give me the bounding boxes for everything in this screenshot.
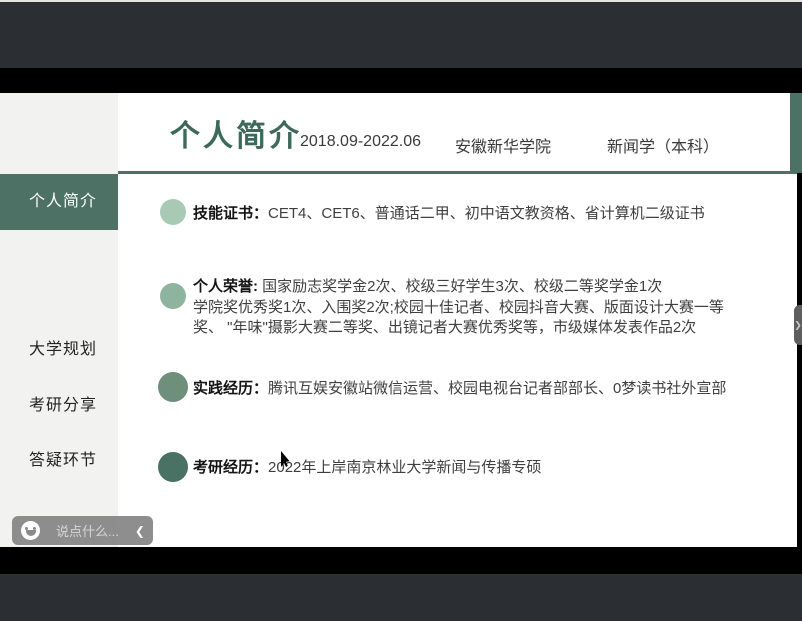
top-letterbox [0,68,802,93]
skills-row: 技能证书：CET4、CET6、普通话二甲、初中语文教资格、省计算机二级证书 [193,204,768,225]
page-title: 个人简介 [170,111,302,155]
major-name: 新闻学（本科） [607,133,719,157]
slide-nav-sidebar: 个人简介 大学规划 考研分享 答疑环节 [0,93,118,547]
practice-text: 腾讯互娱安徽站微信运营、校园电视台记者部部长、0梦读书社外宣部 [268,380,726,397]
sidebar-item-profile[interactable]: 个人简介 [0,174,118,230]
school-name: 安徽新华学院 [455,133,551,157]
practice-label: 实践经历： [193,380,268,397]
skills-text: CET4、CET6、普通话二甲、初中语文教资格、省计算机二级证书 [268,205,705,222]
emoji-icon[interactable] [21,521,40,540]
right-edge [797,173,802,547]
chevron-right-icon: ❯ [794,320,802,331]
skills-label: 技能证书： [193,205,268,222]
chat-bar[interactable]: 说点什么... ❮ [12,516,153,545]
study-period: 2018.09-2022.06 [300,133,421,151]
honors-label: 个人荣誉: [193,278,258,295]
top-toolbar-area [0,2,802,68]
bullet-dot-honors [160,283,186,309]
chevron-left-icon[interactable]: ❮ [135,524,145,538]
screen: 个人简介 2018.09-2022.06 安徽新华学院 新闻学（本科） 个人简介… [0,0,802,621]
bottom-bar-area [0,574,802,621]
practice-row: 实践经历：腾讯互娱安徽站微信运营、校园电视台记者部部长、0梦读书社外宣部 [193,379,768,400]
sidebar-item-kaoyan-share[interactable]: 考研分享 [0,391,118,421]
sidebar-item-college-plan[interactable]: 大学规划 [0,335,118,365]
honors-text: 国家励志奖学金2次、校级三好学生3次、校级二等奖学金1次 学院奖优秀奖1次、入围… [193,278,724,336]
bottom-letterbox [0,547,802,574]
panel-expand-handle[interactable]: ❯ [794,305,802,345]
bullet-dot-kaoyan [158,452,188,482]
bullet-dot-practice [158,372,188,402]
kaoyan-row: 考研经历：2022年上岸南京林业大学新闻与传播专硕 [193,458,768,479]
header-divider [118,171,802,174]
chat-input[interactable]: 说点什么... [56,521,119,540]
kaoyan-text: 2022年上岸南京林业大学新闻与传播专硕 [268,459,541,476]
header-accent-bar [790,93,802,173]
kaoyan-label: 考研经历： [193,459,268,476]
sidebar-item-qa[interactable]: 答疑环节 [0,446,118,476]
slide: 个人简介 2018.09-2022.06 安徽新华学院 新闻学（本科） 个人简介… [0,93,802,547]
bullet-dot-skills [160,199,186,225]
honors-row: 个人荣誉: 国家励志奖学金2次、校级三好学生3次、校级二等奖学金1次 学院奖优秀… [193,277,768,339]
